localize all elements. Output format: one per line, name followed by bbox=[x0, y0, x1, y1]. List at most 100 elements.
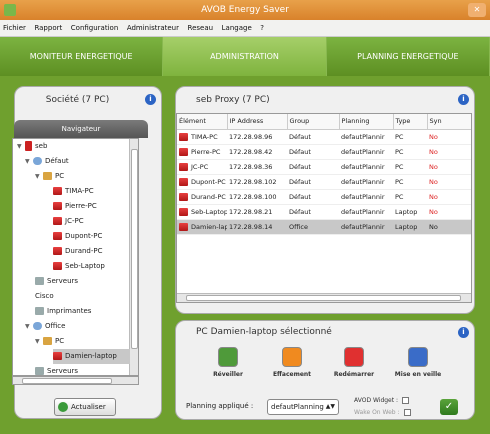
tree-item-label: Serveurs bbox=[47, 277, 79, 285]
pc-icon bbox=[53, 247, 62, 255]
table-cell: Office bbox=[287, 219, 339, 235]
proxy-table: Élément IP Address Group Planning Type Syn TI… bbox=[176, 113, 472, 303]
restart-button[interactable]: Redémarrer bbox=[324, 347, 384, 378]
pc-icon bbox=[179, 177, 188, 186]
expand-arrow-icon[interactable]: ▼ bbox=[35, 334, 43, 349]
table-row[interactable]: TIMA-PC 172.28.98.96 Défaut defautPlannir PC… bbox=[177, 129, 471, 145]
erase-label: Effacement bbox=[272, 371, 312, 378]
cell-element: JC-PC bbox=[177, 159, 227, 175]
table-horizontal-scrollbar[interactable] bbox=[177, 293, 471, 302]
cell-text: Durand-PC bbox=[191, 192, 226, 201]
sleep-button[interactable]: Mise en veille bbox=[388, 347, 448, 378]
table-row[interactable]: Pierre-PC 172.28.98.42 Défaut defautPlannir… bbox=[177, 144, 471, 160]
column-header[interactable]: Type bbox=[393, 114, 428, 130]
pc-icon bbox=[179, 207, 188, 216]
column-header[interactable]: Élément bbox=[177, 114, 228, 130]
table-row[interactable]: JC-PC 172.28.98.36 Défaut defautPlannir PC No bbox=[177, 159, 471, 175]
tree-item[interactable]: Serveurs bbox=[35, 364, 78, 375]
table-row[interactable]: Damien-lap 172.28.98.14 Office defautPlanni… bbox=[177, 219, 471, 235]
tab-planning[interactable]: PLANNING ENERGETIQUE bbox=[326, 37, 490, 76]
column-header[interactable]: Group bbox=[287, 114, 340, 130]
tree-item[interactable]: ▼ seb bbox=[17, 139, 47, 154]
table-cell: No bbox=[427, 159, 471, 175]
table-cell: Défaut bbox=[287, 129, 339, 145]
menu-reseau[interactable]: Reseau bbox=[185, 20, 217, 37]
planning-select[interactable]: defautPlanning ▲▼ bbox=[267, 399, 339, 415]
apply-button[interactable]: ✓ bbox=[440, 399, 458, 415]
tab-moniteur[interactable]: MONITEUR ENERGETIQUE bbox=[0, 37, 164, 76]
tree-item-label: Cisco bbox=[35, 292, 54, 300]
menu-administrateur[interactable]: Administrateur bbox=[124, 20, 182, 37]
pc-icon bbox=[179, 222, 188, 231]
table-cell: PC bbox=[393, 144, 427, 160]
info-icon[interactable]: i bbox=[458, 327, 469, 338]
tree-item[interactable]: Damien-laptop bbox=[53, 349, 130, 364]
tree-item[interactable]: ▼ Défaut bbox=[25, 154, 69, 169]
pc-icon bbox=[53, 202, 62, 210]
refresh-icon bbox=[58, 402, 68, 412]
table-cell: 172.28.98.100 bbox=[227, 189, 287, 205]
info-icon[interactable]: i bbox=[145, 94, 156, 105]
tree-item[interactable]: ▼ PC bbox=[35, 334, 64, 349]
tree-vertical-scrollbar[interactable] bbox=[129, 139, 138, 375]
cell-element: Durand-PC bbox=[177, 189, 227, 205]
menu-configuration[interactable]: Configuration bbox=[68, 20, 121, 37]
tree-item-label: TIMA-PC bbox=[65, 187, 94, 195]
tree-item-label: PC bbox=[55, 337, 65, 345]
planning-label: Planning appliqué : bbox=[186, 402, 254, 410]
column-header[interactable]: Syn bbox=[427, 114, 471, 130]
root-icon bbox=[25, 141, 32, 151]
table-cell: defautPlannir bbox=[339, 159, 393, 175]
tree-item[interactable]: ▼ PC bbox=[35, 169, 64, 184]
tree-item-label: Office bbox=[45, 322, 66, 330]
tab-administration[interactable]: ADMINISTRATION bbox=[163, 37, 327, 76]
refresh-button[interactable]: Actualiser bbox=[54, 398, 116, 416]
menu-fichier[interactable]: Fichier bbox=[0, 20, 29, 37]
folder-icon bbox=[43, 172, 52, 180]
table-cell: Laptop bbox=[393, 204, 427, 220]
tree-item[interactable]: TIMA-PC bbox=[53, 184, 94, 199]
table-cell: No bbox=[427, 204, 471, 220]
tree-item[interactable]: Pierre-PC bbox=[53, 199, 97, 214]
tree-item[interactable]: Serveurs bbox=[35, 274, 78, 289]
avod-widget-checkbox[interactable] bbox=[402, 397, 410, 404]
tree-item[interactable]: Dupont-PC bbox=[53, 229, 102, 244]
menu-rapport[interactable]: Rapport bbox=[31, 20, 65, 37]
table-row[interactable]: Dupont-PC 172.28.98.102 Défaut defautPlanni… bbox=[177, 174, 471, 190]
info-icon[interactable]: i bbox=[458, 94, 469, 105]
tree-item[interactable]: Imprimantes bbox=[35, 304, 91, 319]
tree-item-label: Pierre-PC bbox=[65, 202, 97, 210]
wake-on-web-label: Wake On Web : bbox=[354, 409, 400, 416]
tree-item[interactable]: ▼ Office bbox=[25, 319, 65, 334]
wake-button[interactable]: Réveiller bbox=[198, 347, 258, 378]
table-cell: 172.28.98.42 bbox=[227, 144, 287, 160]
table-row[interactable]: Seb-Laptop 172.28.98.21 Défaut defautPlanni… bbox=[177, 204, 471, 220]
tree-item[interactable]: JC-PC bbox=[53, 214, 84, 229]
expand-arrow-icon[interactable]: ▼ bbox=[35, 169, 43, 184]
expand-arrow-icon[interactable]: ▼ bbox=[25, 154, 33, 169]
company-title: Société (7 PC) bbox=[45, 95, 110, 105]
column-header[interactable]: IP Address bbox=[227, 114, 288, 130]
pc-icon bbox=[53, 262, 62, 270]
selection-title: PC Damien-laptop sélectionné bbox=[196, 327, 332, 337]
close-icon[interactable]: ✕ bbox=[468, 3, 486, 17]
menu-langage[interactable]: Langage bbox=[219, 20, 255, 37]
tree-item[interactable]: Cisco bbox=[35, 289, 54, 304]
expand-arrow-icon[interactable]: ▼ bbox=[17, 139, 25, 154]
menu-bar: Fichier Rapport Configuration Administra… bbox=[0, 20, 490, 37]
table-cell: defautPlannir bbox=[339, 189, 393, 205]
avod-widget-option[interactable]: AVOD Widget : bbox=[354, 397, 410, 404]
menu-help[interactable]: ? bbox=[257, 20, 267, 37]
erase-button[interactable]: Effacement bbox=[262, 347, 322, 378]
tree-horizontal-scrollbar[interactable] bbox=[12, 376, 139, 385]
table-row[interactable]: Durand-PC 172.28.98.100 Défaut defautPlanni… bbox=[177, 189, 471, 205]
expand-arrow-icon[interactable]: ▼ bbox=[25, 319, 33, 334]
restart-label: Redémarrer bbox=[333, 371, 375, 378]
tree-item[interactable]: Seb-Laptop bbox=[53, 259, 105, 274]
column-header[interactable]: Planning bbox=[339, 114, 394, 130]
cell-text: Damien-lap bbox=[191, 222, 227, 231]
group-icon bbox=[33, 322, 42, 330]
tree-item[interactable]: Durand-PC bbox=[53, 244, 103, 259]
cell-text: JC-PC bbox=[191, 162, 209, 171]
pulse-icon bbox=[282, 347, 302, 367]
